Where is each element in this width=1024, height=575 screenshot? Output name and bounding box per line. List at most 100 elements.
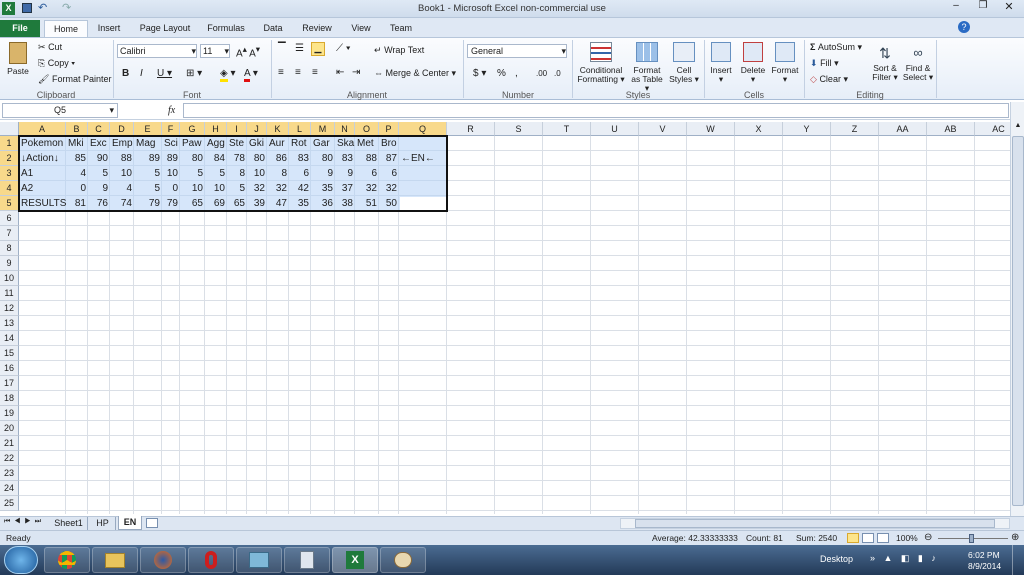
column-header-k[interactable]: K [267,122,289,136]
desktop-toolbar-label[interactable]: Desktop [820,554,853,564]
tab-insert[interactable]: Insert [90,20,128,37]
column-header-m[interactable]: M [311,122,335,136]
italic-button[interactable]: I [140,68,143,79]
decrease-decimal-button[interactable]: .0 [554,69,561,78]
tab-file[interactable]: File [0,20,40,37]
delete-cells-button[interactable]: Delete ▾ [738,42,768,84]
tab-formulas[interactable]: Formulas [202,20,250,37]
decrease-indent-button[interactable]: ⇤ [336,67,344,78]
grow-font-button[interactable]: A▴ A▾ [236,44,260,59]
column-header-f[interactable]: F [162,122,180,136]
align-left-button[interactable]: ≡ [278,67,284,78]
column-header-ab[interactable]: AB [927,122,975,136]
borders-button[interactable]: ⊞ ▾ [186,68,202,79]
name-box[interactable]: Q5 ▾ [2,103,118,118]
column-header-z[interactable]: Z [831,122,879,136]
column-header-i[interactable]: I [227,122,247,136]
column-header-l[interactable]: L [289,122,311,136]
row-header-12[interactable]: 12 [0,301,19,316]
row-header-21[interactable]: 21 [0,436,19,451]
row-header-7[interactable]: 7 [0,226,19,241]
column-header-aa[interactable]: AA [879,122,927,136]
row-header-18[interactable]: 18 [0,391,19,406]
row-header-5[interactable]: 5 [0,196,19,211]
row-header-11[interactable]: 11 [0,286,19,301]
increase-decimal-button[interactable]: .00 [536,69,547,78]
font-color-button[interactable]: A ▾ [244,68,258,82]
zoom-in-icon[interactable]: ⊕ [1011,531,1019,545]
top-align-button[interactable]: ▔ [278,43,286,54]
middle-align-button[interactable]: ☰ [295,43,304,54]
insert-cells-button[interactable]: Insert ▾ [706,42,736,84]
increase-indent-button[interactable]: ⇥ [352,67,360,78]
row-header-8[interactable]: 8 [0,241,19,256]
horizontal-scroll-thumb[interactable] [635,519,995,528]
currency-button[interactable]: $ ▾ [473,68,486,79]
row-header-14[interactable]: 14 [0,331,19,346]
scroll-thumb[interactable] [1012,136,1024,506]
excel-taskbar-icon[interactable]: X [332,547,378,573]
column-header-o[interactable]: O [355,122,379,136]
column-header-b[interactable]: B [66,122,88,136]
merge-center-button[interactable]: ⇔ Merge & Center ▾ [374,68,456,79]
app-taskbar-icon[interactable] [236,547,282,573]
row-header-25[interactable]: 25 [0,496,19,511]
new-sheet-icon[interactable] [146,518,158,528]
chrome-taskbar-icon[interactable] [44,547,90,573]
explorer-taskbar-icon[interactable] [92,547,138,573]
wrap-text-button[interactable]: ↵ Wrap Text [374,45,424,56]
center-button[interactable]: ≡ [295,67,301,78]
row-header-16[interactable]: 16 [0,361,19,376]
tab-review[interactable]: Review [296,20,338,37]
format-cells-button[interactable]: Format ▾ [770,42,800,84]
system-tray-icons[interactable]: » ▲ ◧ ▮ ♪ [870,553,939,564]
show-desktop-button[interactable] [1012,545,1024,575]
column-header-d[interactable]: D [110,122,134,136]
row-header-4[interactable]: 4 [0,181,19,196]
sheet-tab-sheet1[interactable]: Sheet1 [50,517,88,530]
font-name-select[interactable]: Calibri ▾ [117,44,197,58]
tab-page-layout[interactable]: Page Layout [134,20,196,37]
column-header-ac[interactable]: AC [975,122,1010,136]
firefox-taskbar-icon[interactable] [140,547,186,573]
autosum-button[interactable]: Σ AutoSum ▾ [810,42,862,53]
column-header-s[interactable]: S [495,122,543,136]
row-header-23[interactable]: 23 [0,466,19,481]
help-icon[interactable]: ? [958,21,970,33]
column-header-c[interactable]: C [88,122,110,136]
zoom-level[interactable]: 100% [896,531,918,545]
paint-taskbar-icon[interactable] [380,547,426,573]
align-right-button[interactable]: ≡ [312,67,318,78]
comma-button[interactable]: , [515,68,518,79]
page-break-view-icon[interactable] [877,533,889,543]
fill-color-button[interactable]: ◈ ▾ [220,68,236,82]
clear-button[interactable]: ◇ Clear ▾ [810,74,848,85]
row-header-9[interactable]: 9 [0,256,19,271]
close-button[interactable]: ✕ [997,0,1021,15]
column-header-p[interactable]: P [379,122,399,136]
normal-view-icon[interactable] [847,533,859,543]
sort-filter-button[interactable]: ⇅ Sort & Filter ▾ [868,42,902,82]
sheet-tab-en[interactable]: EN [118,516,142,530]
format-as-table-button[interactable]: Format as Table ▾ [628,42,666,93]
row-header-10[interactable]: 10 [0,271,19,286]
active-cell[interactable] [400,197,446,210]
column-header-g[interactable]: G [180,122,205,136]
row-header-17[interactable]: 17 [0,376,19,391]
clock-date[interactable]: 8/9/2014 [968,561,1001,571]
tab-team[interactable]: Team [384,20,418,37]
tab-home[interactable]: Home [44,20,88,37]
row-header-13[interactable]: 13 [0,316,19,331]
row-header-22[interactable]: 22 [0,451,19,466]
conditional-formatting-button[interactable]: Conditional Formatting ▾ [576,42,626,84]
opera-taskbar-icon[interactable] [188,547,234,573]
select-all-button[interactable] [0,122,19,136]
column-header-v[interactable]: V [639,122,687,136]
cell-styles-button[interactable]: Cell Styles ▾ [667,42,701,84]
fx-icon[interactable]: fx [168,105,175,116]
restore-button[interactable]: ❐ [972,0,994,15]
page-layout-view-icon[interactable] [862,533,874,543]
column-header-y[interactable]: Y [783,122,831,136]
zoom-out-icon[interactable]: ⊖ [924,531,932,545]
column-header-t[interactable]: T [543,122,591,136]
